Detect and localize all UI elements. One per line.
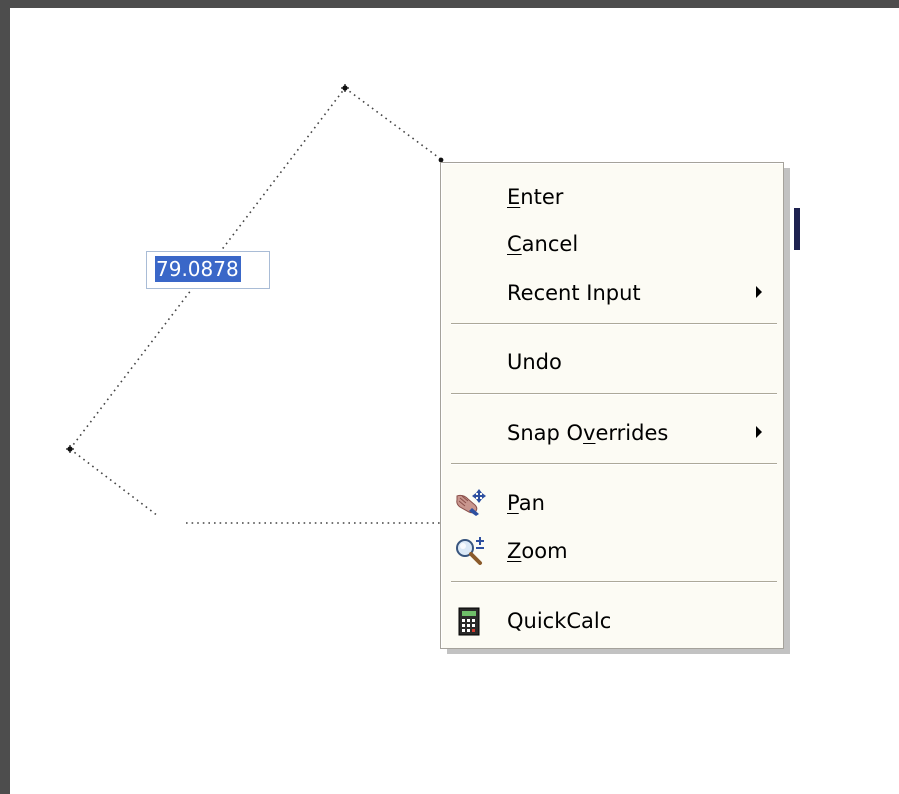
menu-item-undo[interactable]: Undo: [441, 341, 783, 383]
menu-item-undo-label: Undo: [507, 350, 562, 374]
menu-separator: [451, 393, 777, 395]
rubber-band-line-right-upper: [344, 87, 443, 161]
menu-item-pan-label: Pan: [507, 491, 545, 515]
zoom-magnifier-icon: [456, 537, 484, 565]
menu-item-snap-overrides[interactable]: Snap Overrides: [441, 412, 783, 454]
menu-item-zoom[interactable]: Zoom: [441, 530, 783, 572]
menu-item-cancel[interactable]: Cancel: [441, 223, 783, 265]
menu-item-recent-input[interactable]: Recent Input: [441, 272, 783, 314]
vertex-grip-top: [341, 84, 349, 92]
dynamic-input-field[interactable]: 79.0878: [146, 251, 270, 289]
submenu-arrow-icon: [756, 426, 762, 438]
underlying-toolbar-edge: [794, 208, 800, 250]
context-menu: Enter Cancel Recent Input Undo Snap Over…: [440, 162, 784, 649]
rubber-band-line-left-lower: [69, 448, 159, 517]
menu-item-enter[interactable]: Enter: [441, 176, 783, 218]
menu-item-snap-overrides-label: Snap Overrides: [507, 421, 669, 445]
menu-item-enter-label: Enter: [507, 185, 564, 209]
menu-separator: [451, 463, 777, 465]
menu-item-quickcalc[interactable]: QuickCalc: [441, 600, 783, 642]
pan-hand-icon: [456, 489, 486, 516]
calculator-icon: [458, 607, 480, 636]
menu-item-quickcalc-label: QuickCalc: [507, 609, 612, 633]
vertex-grip-left: [66, 445, 74, 453]
submenu-arrow-icon: [756, 286, 762, 298]
menu-item-cancel-label: Cancel: [507, 232, 579, 256]
menu-item-recent-input-label: Recent Input: [507, 281, 641, 305]
menu-item-zoom-label: Zoom: [507, 539, 568, 563]
menu-item-pan[interactable]: Pan: [441, 482, 783, 524]
dynamic-input-value[interactable]: 79.0878: [155, 256, 241, 282]
menu-separator: [451, 323, 777, 325]
menu-separator: [451, 581, 777, 583]
